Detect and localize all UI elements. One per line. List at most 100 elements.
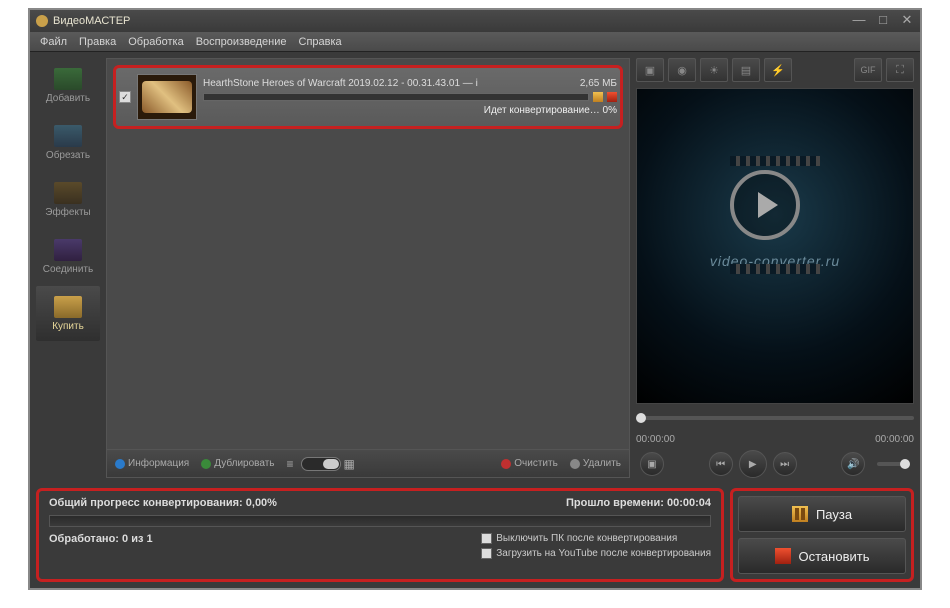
menubar: Файл Правка Обработка Воспроизведение Сп…: [30, 32, 920, 52]
gif-button[interactable]: GIF: [854, 58, 882, 82]
duplicate-icon: [201, 459, 211, 469]
fullscreen-button[interactable]: ⛶: [886, 58, 914, 82]
film-icon: ▤: [741, 64, 751, 77]
time-end: 00:00:00: [875, 434, 914, 445]
sidebar-join-label: Соединить: [43, 264, 93, 275]
brightness-button[interactable]: ☀: [700, 58, 728, 82]
sidebar-buy[interactable]: Купить: [36, 286, 100, 341]
item-stop-icon[interactable]: [607, 92, 617, 102]
elapsed-value: 00:00:04: [667, 497, 711, 509]
pause-icon: [792, 506, 808, 522]
speed-icon: ⚡: [771, 64, 785, 77]
speed-button[interactable]: ⚡: [764, 58, 792, 82]
crop-button[interactable]: ▣: [636, 58, 664, 82]
clear-icon: [501, 459, 511, 469]
preview-viewport[interactable]: video-converter.ru: [636, 88, 914, 404]
youtube-checkbox[interactable]: Загрузить на YouTube после конвертирован…: [481, 548, 711, 559]
duplicate-button[interactable]: Дублировать: [201, 458, 274, 469]
menu-help[interactable]: Справка: [299, 36, 342, 48]
info-icon: [115, 459, 125, 469]
progress-value: 0,00%: [246, 497, 277, 509]
join-icon: [54, 239, 82, 261]
pause-label: Пауза: [816, 507, 852, 522]
play-overlay-icon: [730, 170, 800, 240]
camera-icon: ◉: [677, 64, 687, 77]
sidebar-cut[interactable]: Обрезать: [36, 115, 100, 170]
app-window: ВидеоМАСТЕР — □ ✕ Файл Правка Обработка …: [28, 8, 922, 590]
item-thumbnail: [137, 74, 197, 120]
done-value: 0 из 1: [122, 533, 153, 545]
info-label: Информация: [128, 458, 189, 469]
shutdown-checkbox[interactable]: Выключить ПК после конвертирования: [481, 533, 711, 544]
sidebar-join[interactable]: Соединить: [36, 229, 100, 284]
menu-edit[interactable]: Правка: [79, 36, 116, 48]
sidebar-add[interactable]: Добавить: [36, 58, 100, 113]
next-button[interactable]: ⏭: [773, 452, 797, 476]
seek-knob[interactable]: [636, 413, 646, 423]
item-checkbox[interactable]: ✓: [119, 91, 131, 103]
toggle-icon: [301, 457, 341, 471]
elapsed-label: Прошло времени:: [566, 497, 664, 509]
app-logo-icon: [36, 15, 48, 27]
shutdown-label: Выключить ПК после конвертирования: [496, 533, 677, 544]
menu-file[interactable]: Файл: [40, 36, 67, 48]
preview-panel: ▣ ◉ ☀ ▤ ⚡ GIF ⛶ video-converter.ru 00:00…: [636, 58, 914, 478]
maximize-button[interactable]: □: [876, 14, 890, 28]
screenshot-button[interactable]: ▣: [640, 452, 664, 476]
pause-button[interactable]: Пауза: [738, 496, 906, 532]
volume-slider[interactable]: [877, 462, 910, 466]
file-list: ✓ HearthStone Heroes of Warcraft 2019.02…: [107, 59, 629, 449]
minimize-button[interactable]: —: [852, 14, 866, 28]
sidebar-cut-label: Обрезать: [46, 150, 90, 161]
item-filename: HearthStone Heroes of Warcraft 2019.02.1…: [203, 78, 478, 89]
play-button[interactable]: ▶: [739, 450, 767, 478]
prev-button[interactable]: ⏮: [709, 452, 733, 476]
volume-knob[interactable]: [900, 459, 910, 469]
close-button[interactable]: ✕: [900, 14, 914, 28]
scissors-icon: [54, 125, 82, 147]
sidebar-effects[interactable]: Эффекты: [36, 172, 100, 227]
snapshot-button[interactable]: ◉: [668, 58, 696, 82]
dup-label: Дублировать: [214, 458, 274, 469]
fullscreen-icon: ⛶: [896, 64, 904, 77]
app-title: ВидеоМАСТЕР: [53, 15, 130, 27]
youtube-label: Загрузить на YouTube после конвертирован…: [496, 548, 711, 559]
delete-button[interactable]: Удалить: [570, 458, 621, 469]
sidebar-fx-label: Эффекты: [45, 207, 90, 218]
checkbox-icon: [481, 548, 492, 559]
mute-button[interactable]: 🔊: [841, 452, 865, 476]
prev-icon: ⏮: [716, 459, 725, 470]
menu-playback[interactable]: Воспроизведение: [196, 36, 287, 48]
grid-view-icon: ▦: [344, 457, 355, 471]
file-item[interactable]: ✓ HearthStone Heroes of Warcraft 2019.02…: [113, 65, 623, 129]
sun-icon: ☀: [709, 64, 719, 77]
sidebar-add-label: Добавить: [46, 93, 90, 104]
sidebar-buy-label: Купить: [52, 321, 84, 332]
playback-controls: ▣ ⏮ ▶ ⏭ 🔊: [636, 450, 914, 478]
titlebar[interactable]: ВидеоМАСТЕР — □ ✕: [30, 10, 920, 32]
item-pause-icon[interactable]: [593, 92, 603, 102]
view-toggle[interactable]: ≡▦: [287, 457, 355, 471]
crop-icon: ▣: [645, 64, 655, 77]
stop-button[interactable]: Остановить: [738, 538, 906, 574]
progress-panel: Общий прогресс конвертирования: 0,00% Пр…: [36, 488, 724, 582]
file-list-panel: ✓ HearthStone Heroes of Warcraft 2019.02…: [106, 58, 630, 478]
preview-toolbar: ▣ ◉ ☀ ▤ ⚡ GIF ⛶: [636, 58, 914, 84]
item-size: 2,65 МБ: [580, 78, 617, 89]
list-toolbar: Информация Дублировать ≡▦ Очистить Удали…: [107, 449, 629, 477]
checkbox-icon: [481, 533, 492, 544]
info-button[interactable]: Информация: [115, 458, 189, 469]
stop-icon: [775, 548, 791, 564]
clear-button[interactable]: Очистить: [501, 458, 558, 469]
play-icon: ▶: [749, 459, 757, 470]
add-icon: [54, 68, 82, 90]
sparkle-icon: [54, 182, 82, 204]
sidebar: Добавить Обрезать Эффекты Соединить Купи…: [36, 58, 100, 478]
stop-label: Остановить: [799, 549, 870, 564]
progress-label: Общий прогресс конвертирования:: [49, 497, 243, 509]
seek-bar[interactable]: [636, 408, 914, 428]
menu-process[interactable]: Обработка: [128, 36, 183, 48]
list-view-icon: ≡: [287, 457, 294, 471]
item-progress-bar: [203, 93, 589, 101]
enhance-button[interactable]: ▤: [732, 58, 760, 82]
